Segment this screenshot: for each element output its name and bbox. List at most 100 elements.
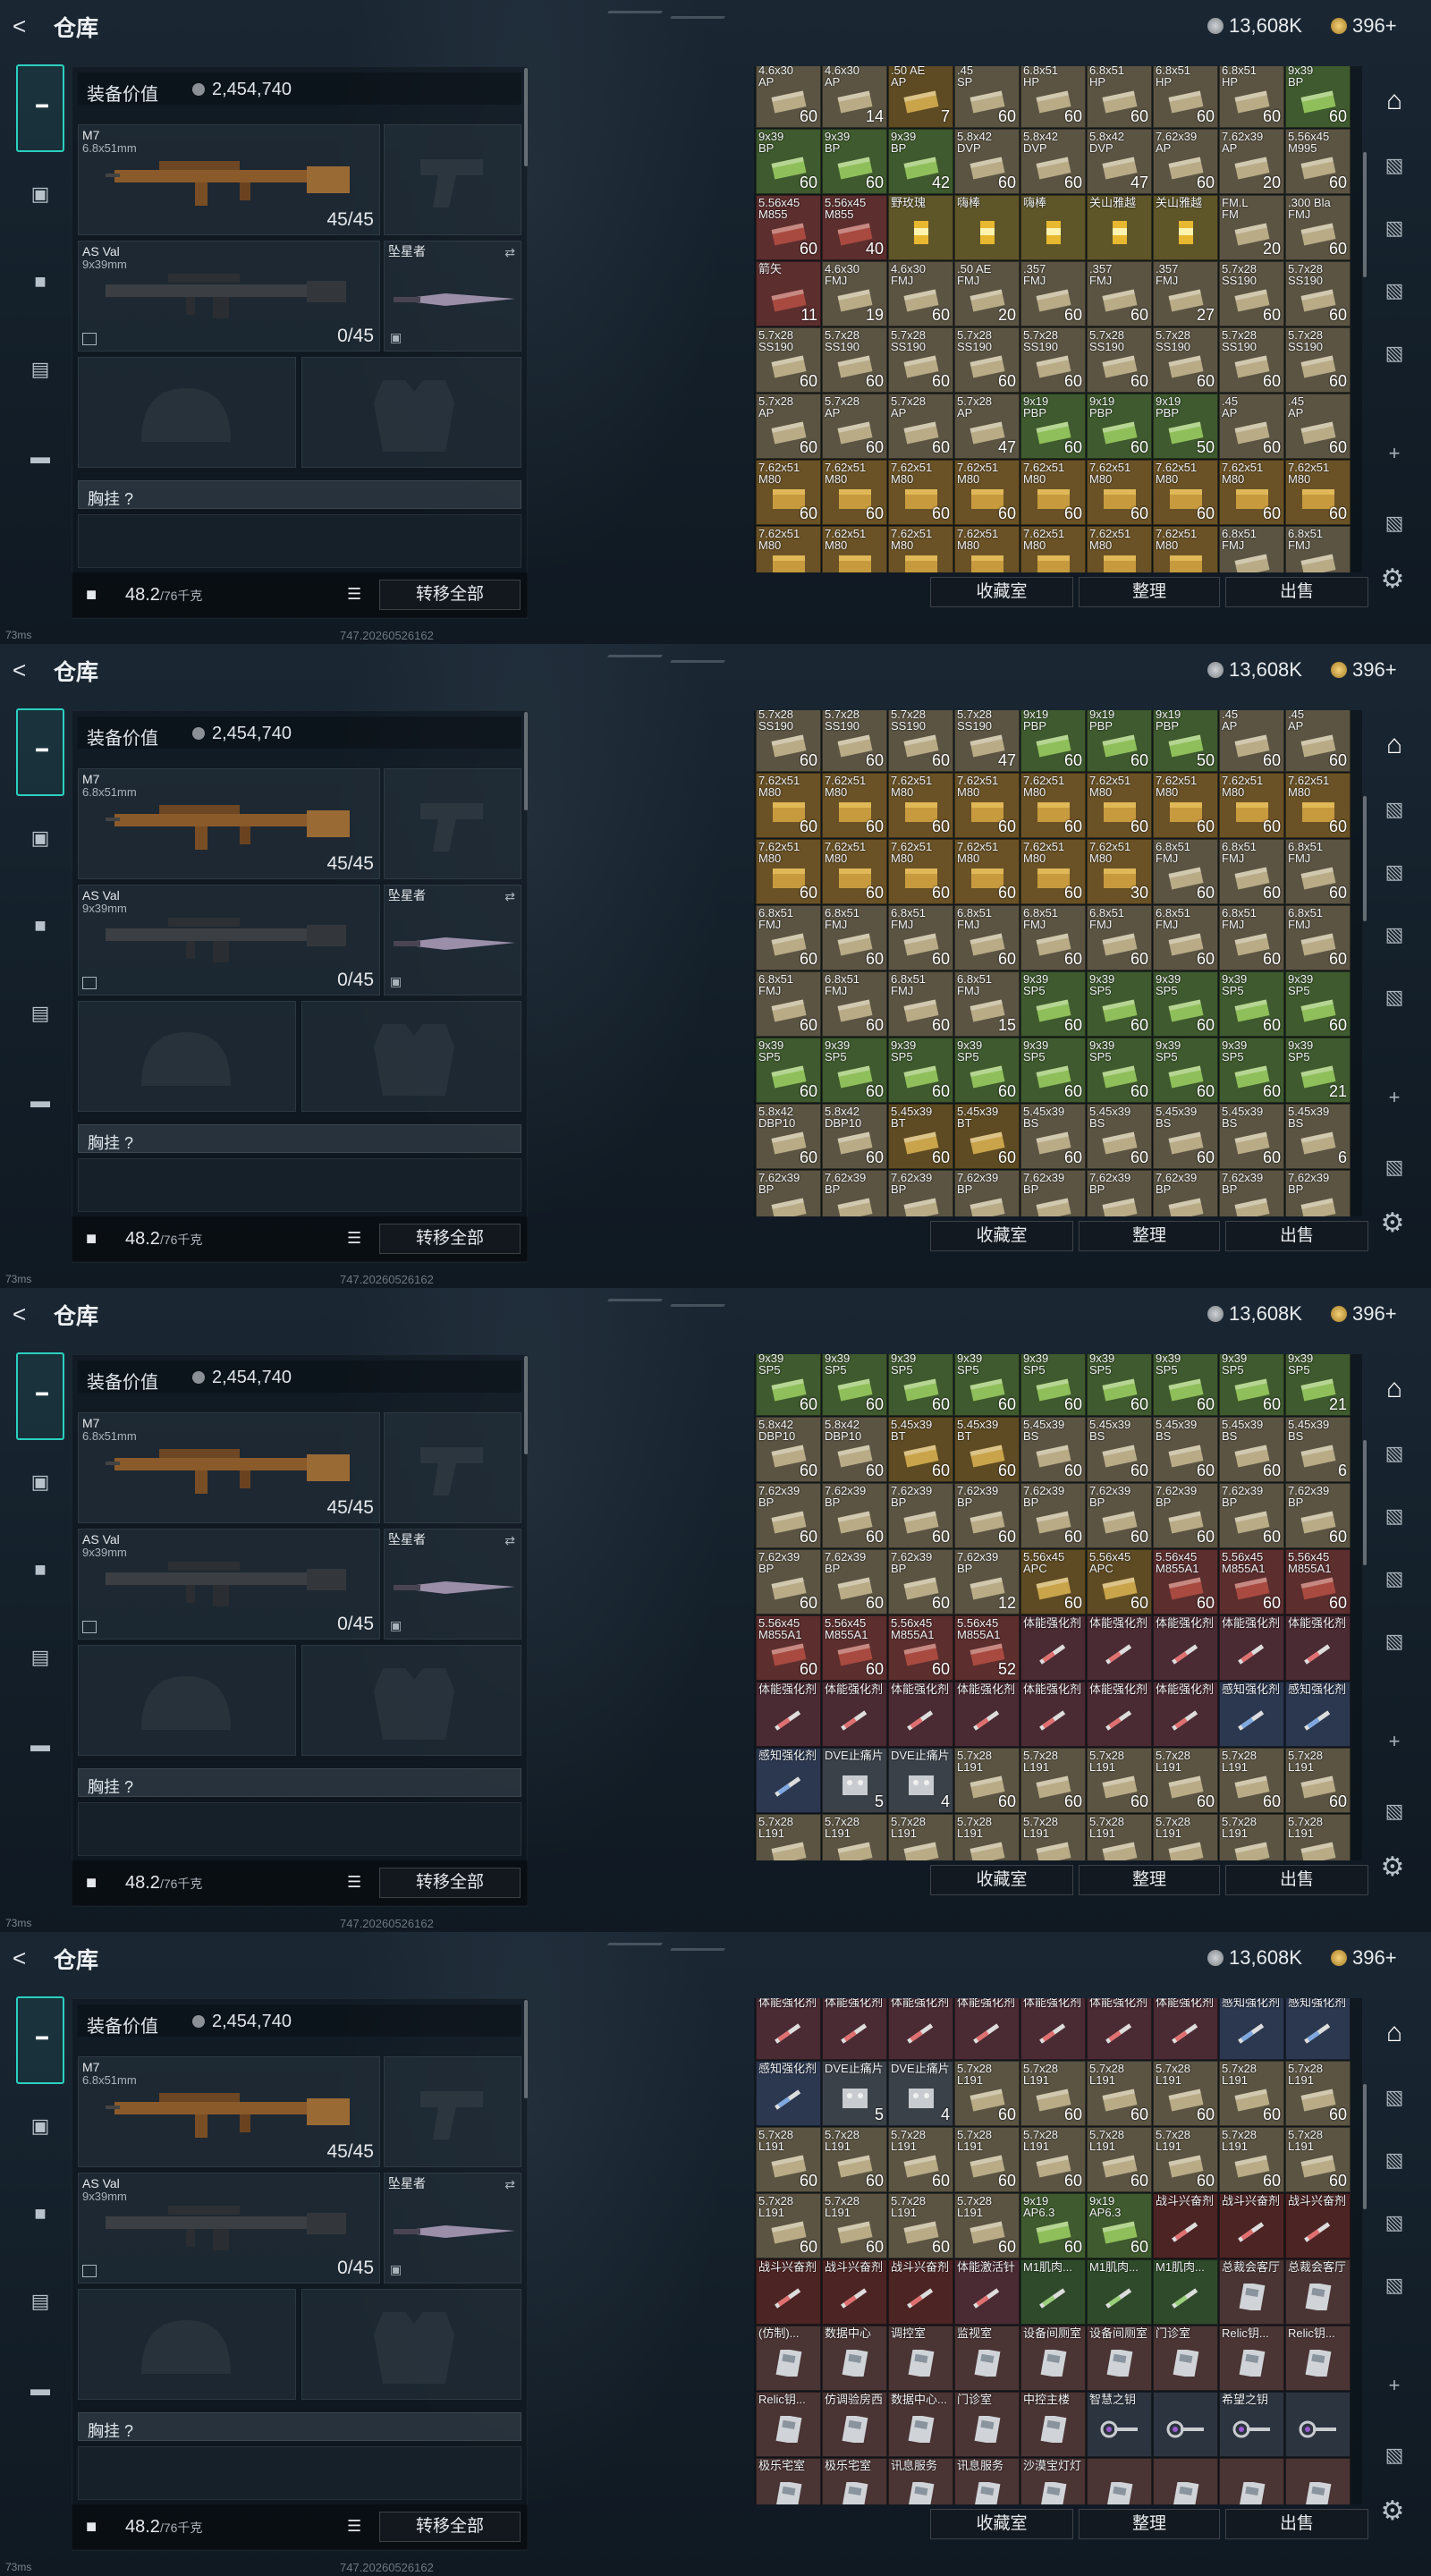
stash-item[interactable]: 5.56x45 APC 60 — [1020, 1549, 1086, 1614]
stash-item[interactable]: 5.56x45 M855 40 — [822, 195, 887, 260]
stash-item[interactable]: 5.7x28 SS190 60 — [1020, 327, 1086, 393]
stash-item[interactable]: 7.62x51 M80 30 — [1087, 839, 1152, 904]
stash-item[interactable]: 体能强化剂 — [1087, 1998, 1152, 2060]
tab-stash-2[interactable]: ▧ — [1378, 798, 1410, 828]
stash-item[interactable]: 体能强化剂 — [822, 1998, 887, 2060]
list-icon[interactable]: ☰ — [347, 1873, 361, 1892]
stash-item[interactable]: 7.62x51 M80 — [1020, 526, 1086, 572]
secondary-weapon-slot[interactable]: AS Val 9x39mm 0/45 — [78, 1529, 380, 1640]
stash-item[interactable]: 6.8x51 FMJ 60 — [1285, 905, 1351, 970]
helmet-slot[interactable] — [78, 2289, 296, 2400]
stash-item[interactable]: 7.62x39 BP — [1020, 1170, 1086, 1216]
stash-item[interactable]: 7.62x51 M80 60 — [822, 839, 887, 904]
stash-item[interactable]: 4.6x30 FMJ 60 — [888, 261, 953, 326]
stash-item[interactable]: 5.7x28 L191 60 — [1219, 2127, 1284, 2192]
stash-item[interactable]: 5.7x28 L191 60 — [1153, 1748, 1218, 1813]
stash-item[interactable]: 7.62x39 BP 60 — [1153, 1483, 1218, 1548]
stash-item[interactable]: 7.62x51 M80 60 — [1153, 773, 1218, 838]
stash-item[interactable]: 5.7x28 AP 60 — [822, 394, 887, 459]
stash-item[interactable]: 5.56x45 M855A1 60 — [1153, 1549, 1218, 1614]
stash-item[interactable]: 体能强化剂 — [822, 1682, 887, 1747]
stash-item[interactable]: 7.62x51 M80 60 — [756, 773, 821, 838]
stash-item[interactable]: 9x39 SP5 60 — [1087, 1354, 1152, 1416]
stash-item[interactable]: 9x39 SP5 60 — [1219, 1038, 1284, 1103]
stash-item[interactable]: 7.62x51 M80 — [1153, 526, 1218, 572]
stash-item[interactable]: 9x39 SP5 21 — [1285, 1354, 1351, 1416]
stash-item[interactable]: 5.45x39 BS 6 — [1285, 1104, 1351, 1169]
stash-item[interactable]: 讯息服务 — [888, 2458, 953, 2504]
sidearm-slot[interactable] — [384, 768, 521, 879]
tab-stash-3[interactable]: ▧ — [1378, 1504, 1410, 1535]
stash-item[interactable]: 9x39 BP 60 — [822, 129, 887, 194]
stash-item[interactable]: 9x39 SP5 60 — [1020, 971, 1086, 1037]
stash-item[interactable]: 7.62x39 BP — [1153, 1170, 1218, 1216]
stash-item[interactable]: 7.62x39 BP — [1285, 1170, 1351, 1216]
armor-slot[interactable] — [301, 1001, 521, 1112]
stash-item[interactable]: 5.8x42 DBP10 60 — [822, 1104, 887, 1169]
stash-item[interactable]: 9x39 SP5 60 — [1153, 1038, 1218, 1103]
tab-stash-home[interactable]: ⌂ — [1378, 2018, 1410, 2048]
stash-item[interactable]: 7.62x51 M80 60 — [1087, 773, 1152, 838]
stash-item[interactable]: 5.7x28 L191 — [888, 1814, 953, 1860]
stash-item[interactable]: 5.7x28 L191 — [1219, 1814, 1284, 1860]
stash-item[interactable]: 5.45x39 BT 60 — [888, 1104, 953, 1169]
stash-item[interactable]: 9x39 SP5 60 — [1153, 1354, 1218, 1416]
stash-item[interactable]: 5.7x28 L191 60 — [1020, 2127, 1086, 2192]
stash-item[interactable]: 9x19 PBP 60 — [1087, 394, 1152, 459]
stash-item[interactable]: 沙漠宝灯灯 — [1020, 2458, 1086, 2504]
stash-item[interactable]: 野玫瑰 — [888, 195, 953, 260]
stash-item[interactable]: 关山雅越 — [1087, 195, 1152, 260]
add-stash-button[interactable]: + — [1378, 1086, 1410, 1116]
stash-item[interactable]: 6.8x51 FMJ 60 — [1219, 839, 1284, 904]
stash-item[interactable]: 5.7x28 L191 — [1153, 1814, 1218, 1860]
stash-item[interactable]: 7.62x51 M80 60 — [1219, 773, 1284, 838]
stash-item[interactable]: 感知强化剂 — [756, 1748, 821, 1813]
stash-item[interactable] — [1219, 2458, 1284, 2504]
tab-stash-2[interactable]: ▧ — [1378, 1442, 1410, 1472]
organize-button[interactable]: 整理 — [1079, 2509, 1220, 2539]
stash-item[interactable]: 9x19 AP6.3 60 — [1020, 2193, 1086, 2258]
melee-slot[interactable]: 坠星者 ⇄ ▣ — [384, 885, 521, 996]
stash-item[interactable]: 战斗兴奋剂 — [888, 2259, 953, 2325]
stash-item[interactable]: 9x39 SP5 60 — [888, 1038, 953, 1103]
stash-item[interactable]: 9x39 SP5 60 — [756, 1354, 821, 1416]
stash-item[interactable]: 9x39 SP5 60 — [1020, 1354, 1086, 1416]
transfer-all-button[interactable]: 转移全部 — [379, 1224, 521, 1254]
stash-item[interactable]: 数据中心 — [822, 2326, 887, 2391]
stash-item[interactable]: 9x19 PBP 50 — [1153, 394, 1218, 459]
stash-item[interactable]: Relic钥... — [1219, 2326, 1284, 2391]
stash-item[interactable]: 7.62x39 BP 60 — [1020, 1483, 1086, 1548]
stash-item[interactable]: 5.7x28 AP 47 — [954, 394, 1020, 459]
stash-item[interactable]: 5.7x28 L191 60 — [822, 2127, 887, 2192]
stash-item[interactable]: DVE止痛片 4 — [888, 2061, 953, 2126]
stash-item[interactable]: 5.7x28 L191 60 — [888, 2193, 953, 2258]
stash-item[interactable]: 5.7x28 AP 60 — [756, 394, 821, 459]
settings-gear-icon[interactable]: ⚙ — [1377, 1208, 1408, 1238]
back-arrow-icon[interactable]: ˂ — [13, 657, 39, 683]
stash-scrollbar[interactable] — [1363, 796, 1367, 921]
stash-item[interactable]: DVE止痛片 5 — [822, 1748, 887, 1813]
stash-item[interactable]: 7.62x51 M80 60 — [1219, 460, 1284, 525]
stash-item[interactable]: 9x39 SP5 60 — [1153, 971, 1218, 1037]
stash-item[interactable]: .45 AP 60 — [1219, 710, 1284, 772]
stash-item[interactable]: .300 Bla FMJ 60 — [1285, 195, 1351, 260]
stash-item[interactable]: 5.45x39 BS 60 — [1087, 1104, 1152, 1169]
stash-item[interactable]: 体能强化剂 — [954, 1998, 1020, 2060]
stash-item[interactable]: 设备间厕室 — [1087, 2326, 1152, 2391]
stash-item[interactable]: 5.7x28 SS190 60 — [822, 710, 887, 772]
sell-button[interactable]: 出售 — [1225, 2509, 1368, 2539]
stash-item[interactable]: 讯息服务 — [954, 2458, 1020, 2504]
stash-item[interactable]: 5.7x28 L191 60 — [1153, 2061, 1218, 2126]
primary-weapon-slot[interactable]: M7 6.8x51mm 45/45 — [78, 768, 380, 879]
stash-item[interactable]: 5.7x28 SS190 47 — [954, 710, 1020, 772]
tab-backpack[interactable]: ■ — [27, 2200, 54, 2227]
stash-item[interactable]: 6.8x51 FMJ — [1219, 526, 1284, 572]
swap-icon[interactable]: ⇄ — [504, 1533, 515, 1548]
stash-item[interactable]: 5.7x28 L191 60 — [1087, 1748, 1152, 1813]
stash-item[interactable]: 9x39 SP5 60 — [1087, 971, 1152, 1037]
loadout-scrollbar[interactable] — [524, 2000, 528, 2098]
stash-item[interactable]: 5.7x28 L191 — [1087, 1814, 1152, 1860]
stash-item[interactable]: 9x39 SP5 60 — [1219, 1354, 1284, 1416]
stash-item[interactable]: 5.56x45 M995 60 — [1285, 129, 1351, 194]
stash-item[interactable]: 7.62x39 BP — [888, 1170, 953, 1216]
